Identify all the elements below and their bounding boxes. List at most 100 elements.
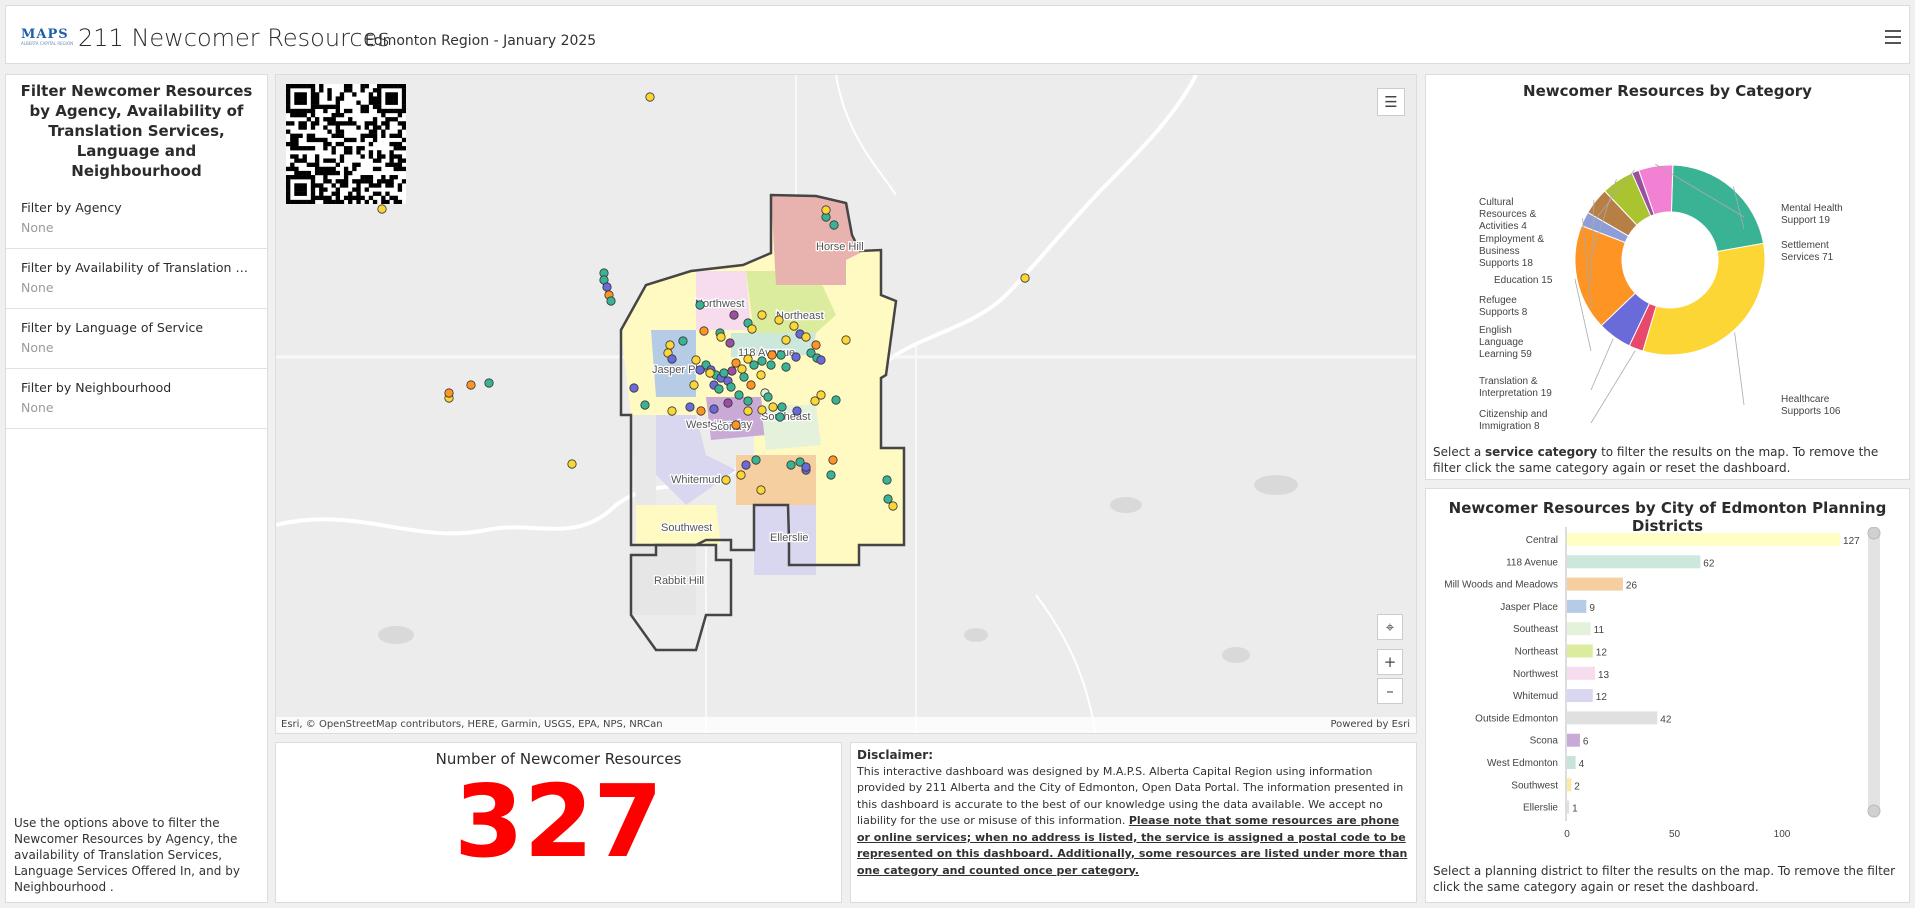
resource-point[interactable] bbox=[665, 340, 675, 350]
resource-point[interactable] bbox=[721, 475, 731, 485]
resource-point[interactable] bbox=[567, 459, 577, 469]
resource-point[interactable] bbox=[777, 402, 787, 412]
locate-icon[interactable]: ⌖ bbox=[1377, 614, 1403, 640]
bar[interactable] bbox=[1567, 778, 1572, 792]
resource-point[interactable] bbox=[1020, 273, 1030, 283]
resource-point[interactable] bbox=[629, 383, 639, 393]
bar[interactable] bbox=[1567, 733, 1580, 747]
resource-point[interactable] bbox=[766, 360, 776, 370]
district-bar-chart[interactable]: Central 127118 Avenue 62Mill Woods and Mea… bbox=[1426, 527, 1911, 857]
bar[interactable] bbox=[1567, 689, 1593, 703]
bar[interactable] bbox=[1567, 533, 1841, 546]
resource-point[interactable] bbox=[726, 382, 736, 392]
resource-point[interactable] bbox=[729, 310, 739, 320]
resource-point[interactable] bbox=[757, 310, 767, 320]
pie-slice[interactable] bbox=[1642, 242, 1766, 356]
resource-point[interactable] bbox=[640, 400, 650, 410]
resource-point[interactable] bbox=[696, 406, 706, 416]
resource-point[interactable] bbox=[781, 335, 791, 345]
chart-scrollbar[interactable] bbox=[1868, 527, 1880, 817]
resource-point[interactable] bbox=[774, 315, 784, 325]
resource-point[interactable] bbox=[667, 354, 677, 364]
resource-point[interactable] bbox=[829, 220, 839, 230]
hamburger-menu-icon[interactable] bbox=[1885, 30, 1901, 44]
resource-point[interactable] bbox=[444, 388, 454, 398]
resource-point[interactable] bbox=[775, 412, 785, 422]
bar[interactable] bbox=[1567, 577, 1623, 591]
category-donut-chart[interactable]: Settlement Services 71 Healthcare Supports … bbox=[1426, 105, 1911, 440]
resource-point[interactable] bbox=[749, 360, 759, 370]
resource-point[interactable] bbox=[689, 380, 699, 390]
resource-point[interactable] bbox=[816, 390, 826, 400]
resource-point[interactable] bbox=[705, 368, 715, 378]
resource-point[interactable] bbox=[751, 455, 761, 465]
resource-point[interactable] bbox=[667, 406, 677, 416]
resource-point[interactable] bbox=[831, 395, 841, 405]
resource-point[interactable] bbox=[743, 396, 753, 406]
resource-point[interactable] bbox=[763, 392, 773, 402]
resource-point[interactable] bbox=[699, 326, 709, 336]
bar[interactable] bbox=[1567, 800, 1570, 814]
resource-point[interactable] bbox=[737, 364, 747, 374]
resource-point[interactable] bbox=[678, 336, 688, 346]
resource-point[interactable] bbox=[734, 390, 744, 400]
resource-point[interactable] bbox=[816, 355, 826, 365]
powered-by-esri[interactable]: Powered by Esri bbox=[1330, 717, 1410, 733]
resource-point[interactable] bbox=[739, 372, 749, 382]
resource-point[interactable] bbox=[786, 460, 796, 470]
resource-point[interactable] bbox=[821, 205, 831, 215]
resource-point[interactable] bbox=[776, 350, 786, 360]
resource-point[interactable] bbox=[768, 402, 778, 412]
resource-point[interactable] bbox=[727, 366, 737, 376]
resource-point[interactable] bbox=[685, 402, 695, 412]
resource-point[interactable] bbox=[882, 475, 892, 485]
resource-point[interactable] bbox=[757, 356, 767, 366]
bar[interactable] bbox=[1567, 756, 1576, 769]
map-view[interactable]: Horse Hill Northwest Northeast 118 Avenu… bbox=[275, 74, 1417, 734]
resource-point[interactable] bbox=[756, 370, 766, 380]
resource-point[interactable] bbox=[725, 338, 735, 348]
resource-point[interactable] bbox=[781, 362, 791, 372]
resource-point[interactable] bbox=[466, 380, 476, 390]
resource-point[interactable] bbox=[695, 365, 705, 375]
resource-point[interactable] bbox=[757, 405, 767, 415]
filter-language[interactable]: Filter by Language of Service None bbox=[6, 309, 267, 369]
resource-point[interactable] bbox=[602, 282, 612, 292]
resource-point[interactable] bbox=[716, 332, 726, 342]
resource-point[interactable] bbox=[719, 368, 729, 378]
resource-point[interactable] bbox=[756, 485, 766, 495]
pie-slice[interactable] bbox=[1670, 164, 1765, 253]
bar[interactable] bbox=[1567, 666, 1595, 680]
resource-point[interactable] bbox=[731, 420, 741, 430]
resource-point[interactable] bbox=[743, 406, 753, 416]
resource-point[interactable] bbox=[714, 384, 724, 394]
bar[interactable] bbox=[1567, 644, 1593, 658]
resource-point[interactable] bbox=[826, 470, 836, 480]
bar[interactable] bbox=[1567, 555, 1701, 569]
resource-point[interactable] bbox=[709, 404, 719, 414]
resource-point[interactable] bbox=[791, 352, 801, 362]
resource-point[interactable] bbox=[645, 92, 655, 102]
bar[interactable] bbox=[1567, 599, 1587, 613]
bar[interactable] bbox=[1567, 622, 1591, 636]
scrollbar-handle-bottom[interactable] bbox=[1867, 804, 1881, 818]
bar[interactable] bbox=[1567, 711, 1658, 725]
resource-point[interactable] bbox=[811, 340, 821, 350]
scrollbar-handle-top[interactable] bbox=[1867, 527, 1881, 540]
zoom-out-button[interactable]: – bbox=[1377, 678, 1403, 704]
resource-point[interactable] bbox=[789, 321, 799, 331]
resource-point[interactable] bbox=[377, 204, 387, 214]
filter-neighbourhood[interactable]: Filter by Neighbourhood None bbox=[6, 369, 267, 429]
basemap[interactable]: Horse Hill Northwest Northeast 118 Avenu… bbox=[276, 75, 1417, 734]
resource-point[interactable] bbox=[792, 406, 802, 416]
resource-point[interactable] bbox=[691, 355, 701, 365]
resource-point[interactable] bbox=[801, 462, 811, 472]
resource-point[interactable] bbox=[828, 455, 838, 465]
zoom-in-button[interactable]: + bbox=[1377, 649, 1403, 675]
legend-list-icon[interactable]: ☰ bbox=[1377, 88, 1405, 116]
resource-point[interactable] bbox=[484, 378, 494, 388]
resource-point[interactable] bbox=[767, 350, 777, 360]
resource-point[interactable] bbox=[741, 460, 751, 470]
resource-point[interactable] bbox=[695, 300, 705, 310]
resource-point[interactable] bbox=[801, 332, 811, 342]
